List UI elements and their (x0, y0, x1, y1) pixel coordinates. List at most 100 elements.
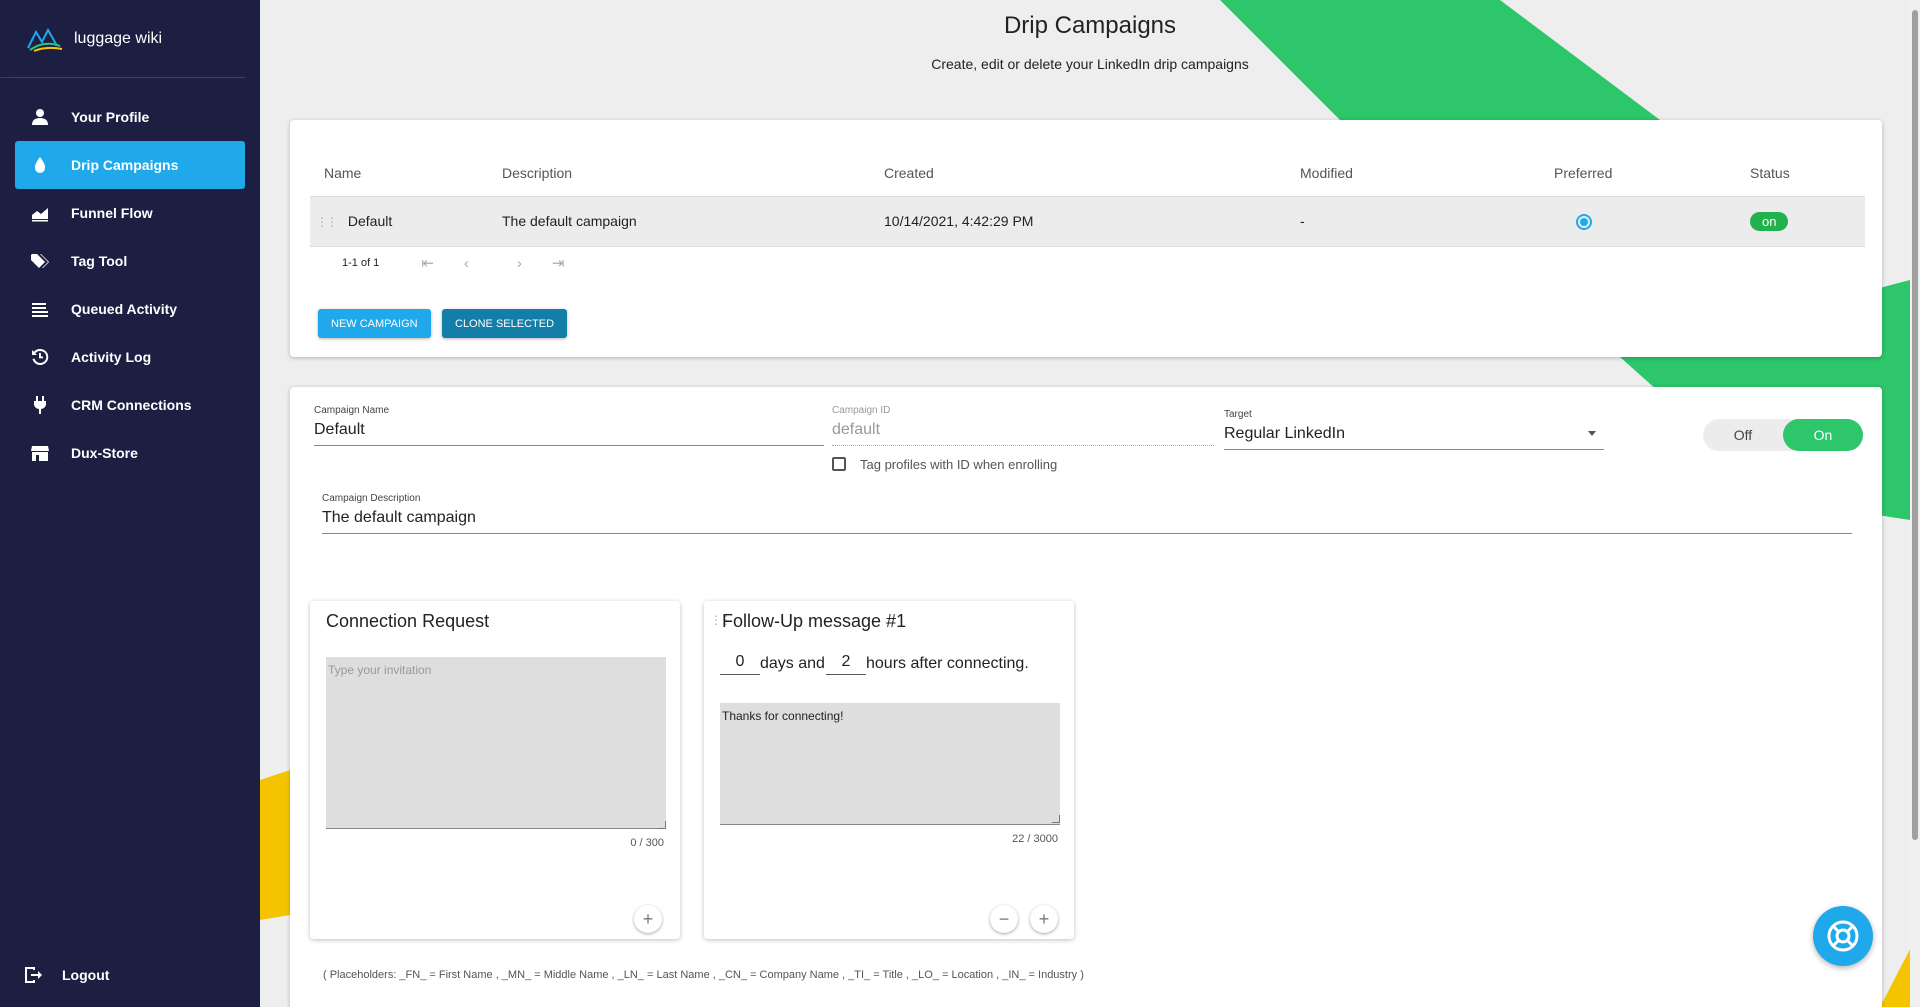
follow-up-char-counter: 22 / 3000 (1012, 833, 1058, 845)
target-select[interactable]: Regular LinkedIn (1224, 425, 1604, 450)
page-scrollbar[interactable] (1910, 0, 1920, 1007)
campaign-description-label: Campaign Description (322, 493, 421, 504)
sidebar-item-label: Queued Activity (71, 301, 178, 317)
sidebar-item-label: Dux-Store (71, 445, 138, 461)
droplet-icon (29, 154, 51, 176)
sidebar-item-drip-campaigns[interactable]: Drip Campaigns (15, 141, 245, 189)
cell-status: on (1750, 195, 1865, 247)
target-selected-value: Regular LinkedIn (1224, 425, 1345, 442)
sidebar-item-label: Activity Log (71, 349, 152, 365)
follow-up-message-card: ⋮⋮ Follow-Up message #1 0 days and 2 hou… (704, 601, 1074, 939)
help-button[interactable] (1813, 906, 1873, 966)
campaign-id-input: default (832, 421, 1214, 446)
logout-icon (22, 964, 44, 986)
campaign-name-label: Campaign Name (314, 405, 390, 416)
brand-name: luggage wiki (74, 29, 163, 47)
resize-handle-icon[interactable] (658, 821, 666, 829)
sidebar-item-label: CRM Connections (71, 397, 192, 413)
sidebar-item-your-profile[interactable]: Your Profile (15, 93, 245, 141)
follow-up-message-textarea[interactable]: Thanks for connecting! (720, 703, 1060, 825)
clone-selected-button[interactable]: CLONE SELECTED (442, 309, 568, 338)
resize-handle-icon[interactable] (1052, 815, 1060, 823)
campaign-name-input[interactable]: Default (314, 421, 824, 446)
preferred-radio[interactable] (1576, 213, 1592, 230)
sidebar-item-label: Your Profile (71, 109, 150, 125)
tags-icon (29, 250, 51, 272)
sidebar-item-crm-connections[interactable]: CRM Connections (15, 381, 245, 429)
logout-label: Logout (62, 967, 110, 983)
target-label: Target (1224, 409, 1252, 420)
brand[interactable]: luggage wiki (0, 0, 245, 78)
previous-page-icon[interactable]: ‹ (464, 255, 469, 272)
column-header-description[interactable]: Description (502, 150, 884, 196)
next-page-icon[interactable]: › (517, 255, 522, 272)
person-icon (29, 106, 51, 128)
area-chart-icon (29, 202, 51, 224)
cell-preferred (1554, 195, 1750, 247)
campaigns-table: Name Description Created Modified Prefer… (310, 150, 1865, 247)
pagination-range: 1-1 of 1 (342, 257, 380, 269)
sidebar-item-funnel-flow[interactable]: Funnel Flow (15, 189, 245, 237)
pagination: 1-1 of 1 ⇤ ‹ › ⇥ (342, 254, 565, 273)
sidebar-item-activity-log[interactable]: Activity Log (15, 333, 245, 381)
hours-input[interactable]: 2 (826, 653, 866, 675)
sidebar-item-dux-store[interactable]: Dux-Store (15, 429, 245, 477)
history-icon (29, 346, 51, 368)
scrollbar-thumb[interactable] (1912, 10, 1918, 840)
campaigns-table-card: Name Description Created Modified Prefer… (290, 120, 1882, 357)
sidebar-item-queued-activity[interactable]: Queued Activity (15, 285, 245, 333)
table-row[interactable]: ⋮⋮ Default The default campaign 10/14/20… (310, 195, 1865, 247)
first-page-icon[interactable]: ⇤ (421, 254, 434, 272)
plus-icon: + (642, 908, 654, 929)
plus-icon: + (1038, 908, 1050, 929)
toggle-off-option[interactable]: Off (1703, 419, 1783, 451)
minus-icon: − (998, 908, 1010, 929)
yellow-background-shape (260, 770, 290, 920)
queue-icon (29, 298, 51, 320)
add-message-button[interactable]: + (634, 905, 662, 933)
placeholders-note: ( Placeholders: _FN_ = First Name , _MN_… (323, 969, 1084, 981)
days-input[interactable]: 0 (720, 653, 760, 675)
days-text: days and (760, 655, 825, 672)
status-toggle[interactable]: on (1750, 211, 1789, 231)
cell-name: ⋮⋮ Default (310, 195, 502, 247)
store-icon (29, 442, 51, 464)
tag-profiles-label: Tag profiles with ID when enrolling (860, 457, 1058, 472)
toggle-on-option[interactable]: On (1783, 419, 1863, 451)
add-message-button[interactable]: + (1030, 905, 1058, 933)
connection-request-card: Connection Request Type your invitation … (310, 601, 680, 939)
drag-handle-icon[interactable]: ⋮⋮ (310, 215, 344, 229)
invitation-textarea[interactable]: Type your invitation (326, 657, 666, 829)
hours-text: hours after connecting. (866, 655, 1029, 672)
column-header-status[interactable]: Status (1750, 150, 1865, 196)
cell-created: 10/14/2021, 4:42:29 PM (884, 195, 1300, 247)
lifebuoy-icon (1827, 920, 1859, 952)
cell-description: The default campaign (502, 195, 884, 247)
page-subtitle: Create, edit or delete your LinkedIn dri… (931, 56, 1249, 72)
column-header-modified[interactable]: Modified (1300, 150, 1554, 196)
column-header-created[interactable]: Created (884, 150, 1300, 196)
campaign-on-off-toggle[interactable]: Off On (1703, 419, 1863, 451)
sidebar-nav: Your Profile Drip Campaigns Funnel Flow … (15, 93, 245, 477)
follow-up-title: Follow-Up message #1 (722, 611, 907, 631)
logout-button[interactable]: Logout (22, 957, 109, 993)
column-header-preferred[interactable]: Preferred (1554, 150, 1750, 196)
campaign-name: Default (347, 213, 393, 229)
invitation-char-counter: 0 / 300 (630, 837, 664, 849)
sidebar-item-label: Tag Tool (71, 253, 128, 269)
column-header-name[interactable]: Name (310, 150, 502, 196)
sidebar-item-label: Drip Campaigns (71, 157, 179, 173)
tag-profiles-checkbox[interactable] (832, 457, 846, 471)
campaign-id-label: Campaign ID (832, 405, 891, 416)
sidebar-divider (15, 77, 245, 78)
chevron-down-icon (1588, 431, 1596, 436)
campaign-description-input[interactable]: The default campaign (322, 509, 1852, 534)
remove-message-button[interactable]: − (990, 905, 1018, 933)
sidebar-item-tag-tool[interactable]: Tag Tool (15, 237, 245, 285)
brand-logo-icon (27, 27, 63, 52)
new-campaign-button[interactable]: NEW CAMPAIGN (318, 309, 431, 338)
sidebar: luggage wiki Your Profile Drip Campaigns… (0, 0, 260, 1007)
connection-request-title: Connection Request (326, 611, 490, 631)
table-header-row: Name Description Created Modified Prefer… (310, 150, 1865, 196)
last-page-icon[interactable]: ⇥ (552, 254, 565, 272)
